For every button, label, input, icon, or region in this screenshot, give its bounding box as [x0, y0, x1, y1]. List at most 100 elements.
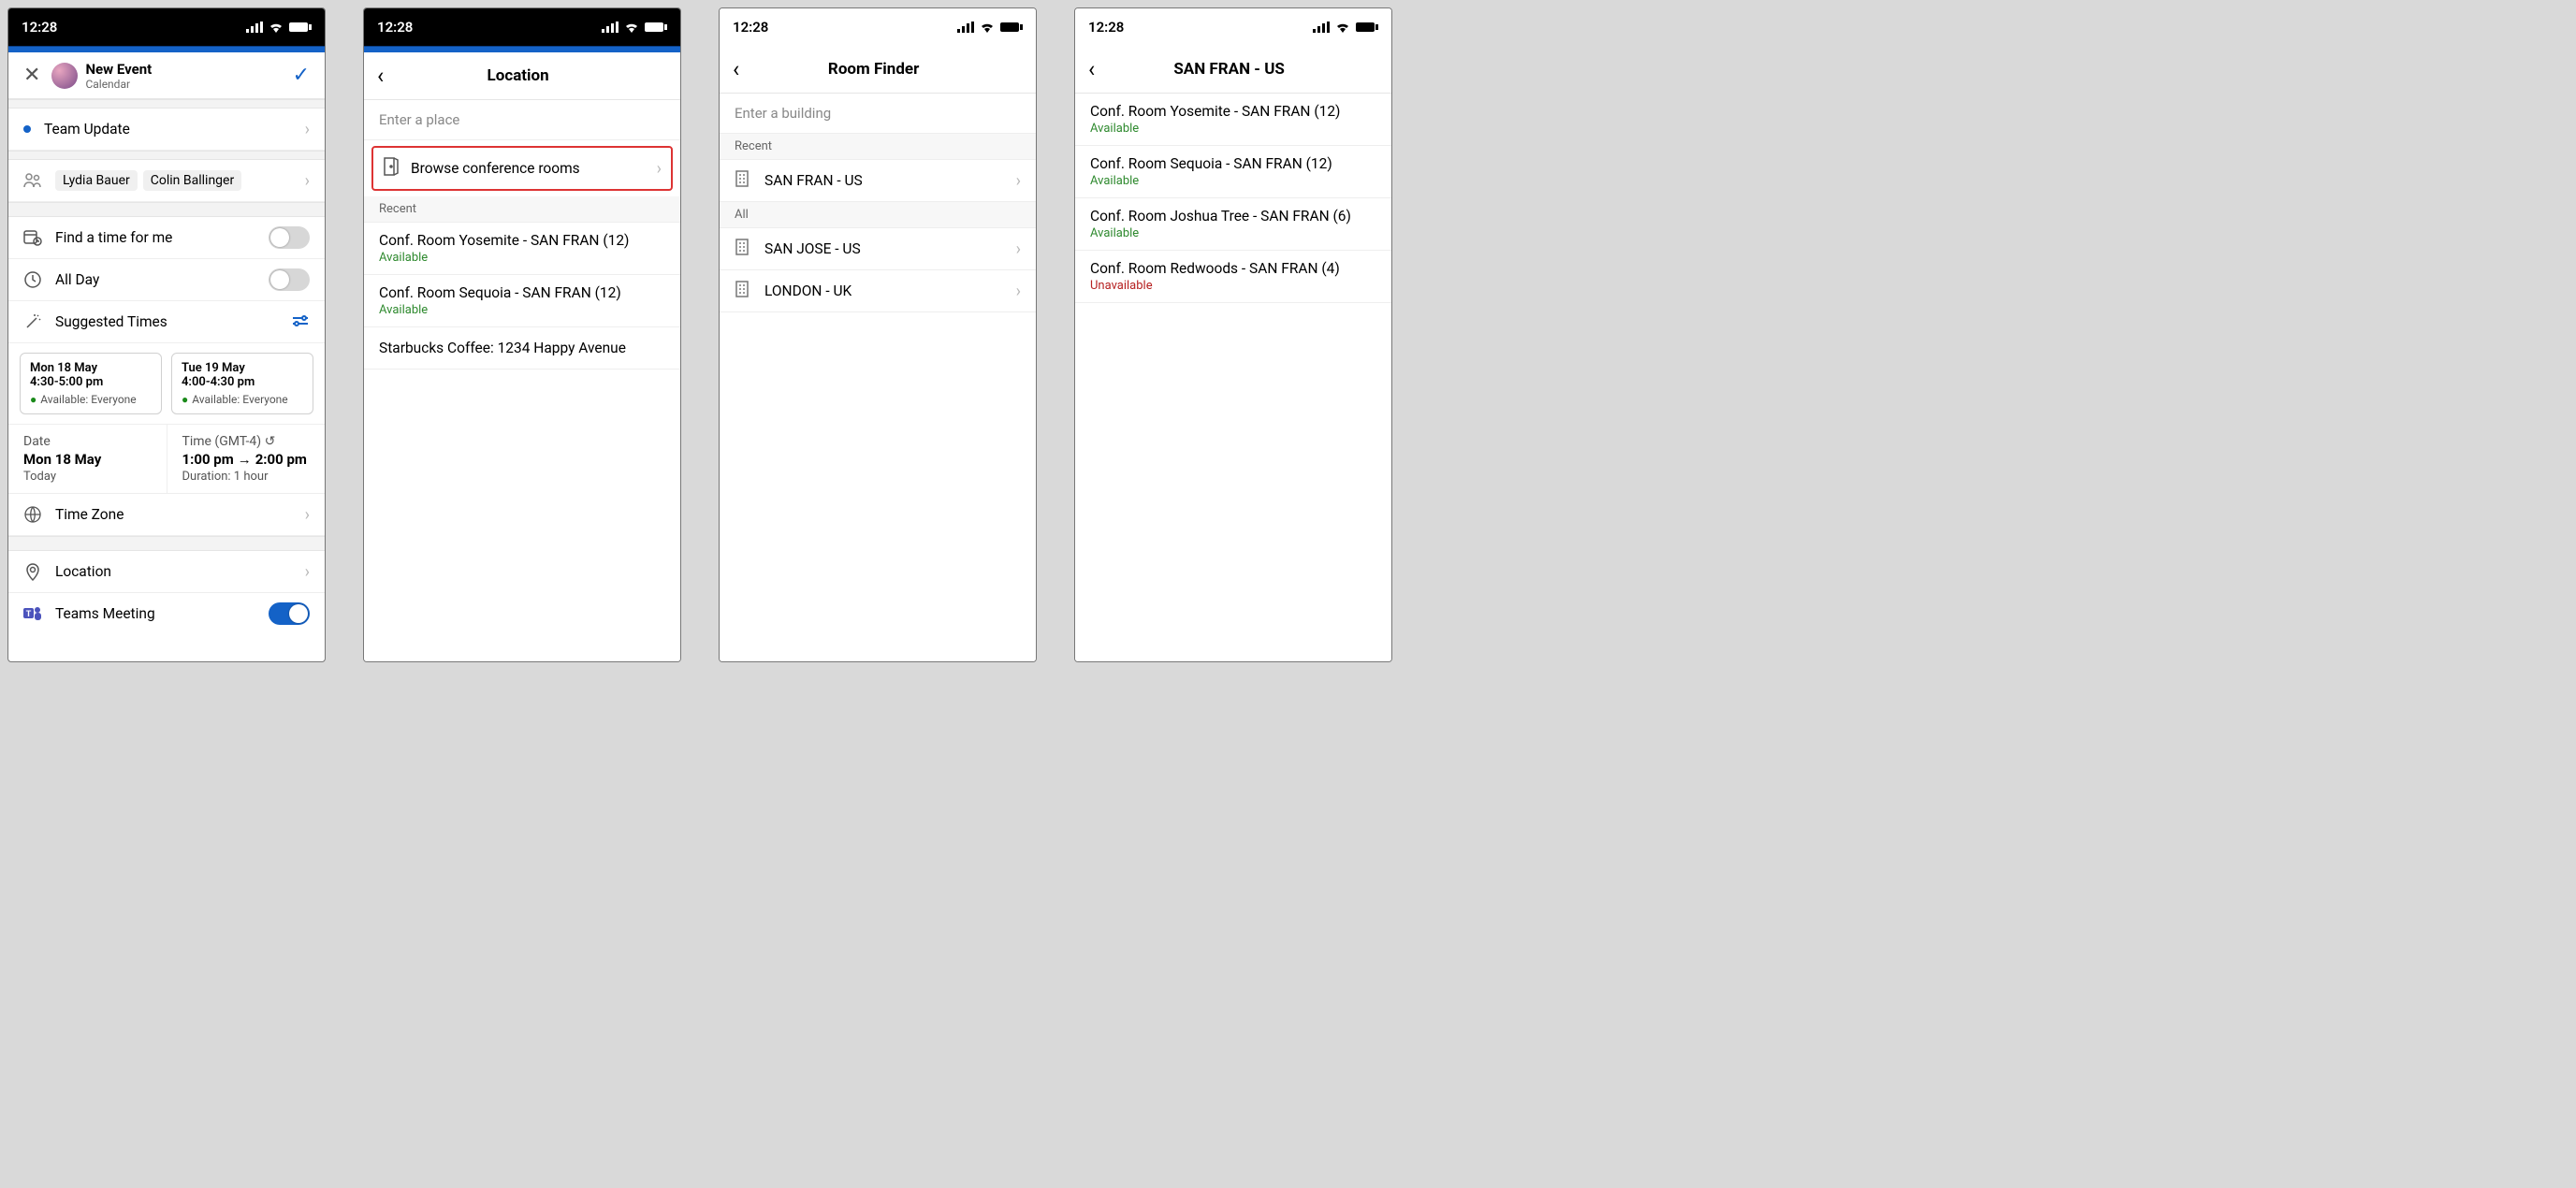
room-status: Available — [379, 303, 428, 317]
chevron-right-icon: › — [305, 120, 310, 139]
back-icon[interactable]: ‹ — [373, 63, 387, 89]
find-time-toggle[interactable] — [269, 226, 310, 249]
battery-icon — [1000, 22, 1023, 33]
teams-meeting-label: Teams Meeting — [55, 605, 269, 622]
building-search-input[interactable]: Enter a building — [720, 94, 1036, 134]
door-icon — [383, 157, 400, 180]
titlebar: ‹ SAN FRAN - US — [1075, 46, 1391, 94]
battery-icon — [289, 22, 312, 33]
status-bar: 12:28 — [364, 8, 680, 46]
search-placeholder: Enter a place — [379, 111, 459, 128]
page-title: Location — [387, 66, 648, 85]
chevron-right-icon: › — [1016, 171, 1021, 191]
location-search-input[interactable]: Enter a place — [364, 100, 680, 140]
sliders-icon[interactable] — [291, 312, 310, 332]
people-icon — [23, 173, 42, 188]
time-column[interactable]: Time (GMT-4) ↺ 1:00 pm→2:00 pm Duration:… — [167, 425, 326, 493]
all-day-row[interactable]: All Day — [8, 259, 325, 301]
room-name: Conf. Room Sequoia - SAN FRAN (12) — [1090, 155, 1332, 172]
room-name: Conf. Room Yosemite - SAN FRAN (12) — [1090, 103, 1340, 120]
recent-section-label: Recent — [720, 134, 1036, 160]
location-label: Location — [55, 563, 305, 580]
building-item[interactable]: LONDON - UK › — [720, 270, 1036, 312]
building-icon — [735, 239, 750, 259]
screen-room-list: 12:28 ‹ SAN FRAN - US Conf. Room Yosemit… — [1074, 7, 1392, 662]
titlebar: ✕ New Event Calendar ✓ — [8, 52, 325, 99]
confirm-icon[interactable]: ✓ — [287, 64, 315, 87]
page-title: Room Finder — [743, 60, 1004, 79]
screen-new-event: 12:28 ✕ New Event Calendar ✓ Team Update… — [7, 7, 326, 662]
timezone-arrow-icon: ↺ — [265, 434, 276, 449]
suggested-times-row: Suggested Times — [8, 301, 325, 343]
building-icon — [735, 170, 750, 191]
room-name: Conf. Room Yosemite - SAN FRAN (12) — [379, 232, 629, 249]
suggestion-date: Mon 18 May — [30, 361, 152, 375]
event-title-row[interactable]: Team Update › — [8, 109, 325, 151]
location-pin-icon — [23, 562, 42, 581]
building-item[interactable]: SAN FRAN - US › — [720, 160, 1036, 202]
duration-value: Duration: 1 hour — [182, 470, 311, 484]
titlebar: ‹ Location — [364, 52, 680, 100]
find-time-row[interactable]: Find a time for me — [8, 217, 325, 259]
date-sub: Today — [23, 470, 152, 484]
place-name: Starbucks Coffee: 1234 Happy Avenue — [379, 340, 626, 356]
room-name: Conf. Room Joshua Tree - SAN FRAN (6) — [1090, 208, 1351, 225]
chevron-right-icon: › — [305, 505, 310, 525]
timezone-row[interactable]: Time Zone › — [8, 494, 325, 536]
chevron-right-icon: › — [305, 562, 310, 582]
teams-icon: T — [23, 605, 42, 622]
signal-icon — [602, 22, 619, 33]
browse-rooms-label: Browse conference rooms — [411, 160, 657, 177]
title-block: New Event Calendar — [85, 61, 286, 91]
building-item[interactable]: SAN JOSE - US › — [720, 228, 1036, 270]
time-label: Time (GMT-4) — [182, 434, 262, 449]
time-suggestion-card[interactable]: Mon 18 May 4:30-5:00 pm ●Available: Ever… — [20, 353, 162, 414]
suggestion-time: 4:30-5:00 pm — [30, 375, 152, 389]
battery-icon — [645, 22, 667, 33]
titlebar: ‹ Room Finder — [720, 46, 1036, 94]
time-suggestion-card[interactable]: Tue 19 May 4:00-4:30 pm ●Available: Ever… — [171, 353, 313, 414]
building-name: SAN JOSE - US — [764, 240, 1016, 257]
back-icon[interactable]: ‹ — [1084, 56, 1099, 82]
status-bar: 12:28 — [1075, 8, 1391, 46]
room-item[interactable]: Conf. Room Redwoods - SAN FRAN (4) Unava… — [1075, 251, 1391, 303]
recent-location-item[interactable]: Conf. Room Sequoia - SAN FRAN (12) Avail… — [364, 275, 680, 327]
teams-meeting-toggle[interactable] — [269, 602, 310, 625]
status-bar: 12:28 — [720, 8, 1036, 46]
clock: 12:28 — [733, 19, 768, 36]
date-time-block[interactable]: Date Mon 18 May Today Time (GMT-4) ↺ 1:0… — [8, 425, 325, 494]
status-icons — [957, 22, 1023, 33]
search-placeholder: Enter a building — [735, 105, 831, 122]
browse-conference-rooms-button[interactable]: Browse conference rooms › — [371, 146, 673, 191]
all-day-toggle[interactable] — [269, 268, 310, 291]
wifi-icon — [624, 22, 639, 33]
timezone-label: Time Zone — [55, 506, 305, 523]
recent-location-item[interactable]: Starbucks Coffee: 1234 Happy Avenue — [364, 327, 680, 369]
date-column[interactable]: Date Mon 18 May Today — [8, 425, 167, 493]
close-icon[interactable]: ✕ — [18, 60, 46, 91]
attendees-row[interactable]: Lydia Bauer Colin Ballinger › — [8, 160, 325, 202]
all-section-label: All — [720, 202, 1036, 228]
room-item[interactable]: Conf. Room Joshua Tree - SAN FRAN (6) Av… — [1075, 198, 1391, 251]
back-icon[interactable]: ‹ — [729, 56, 743, 82]
avatar — [51, 63, 78, 89]
chevron-right-icon: › — [1016, 282, 1021, 301]
clock: 12:28 — [1088, 19, 1124, 36]
attendee-chip[interactable]: Colin Ballinger — [143, 170, 241, 191]
room-name: Conf. Room Redwoods - SAN FRAN (4) — [1090, 260, 1340, 277]
teams-meeting-row[interactable]: T Teams Meeting — [8, 593, 325, 634]
location-row[interactable]: Location › — [8, 551, 325, 593]
suggestion-availability: ●Available: Everyone — [30, 393, 152, 406]
attendee-chip[interactable]: Lydia Bauer — [55, 170, 138, 191]
room-item[interactable]: Conf. Room Sequoia - SAN FRAN (12) Avail… — [1075, 146, 1391, 198]
room-item[interactable]: Conf. Room Yosemite - SAN FRAN (12) Avai… — [1075, 94, 1391, 146]
wifi-icon — [980, 22, 995, 33]
recent-location-item[interactable]: Conf. Room Yosemite - SAN FRAN (12) Avai… — [364, 223, 680, 275]
page-subtitle: Calendar — [85, 78, 286, 91]
divider — [8, 99, 325, 109]
time-value: 1:00 pm→2:00 pm — [182, 451, 311, 468]
globe-icon — [23, 506, 42, 523]
signal-icon — [957, 22, 974, 33]
chevron-right-icon: › — [1016, 239, 1021, 259]
status-icons — [1313, 22, 1378, 33]
